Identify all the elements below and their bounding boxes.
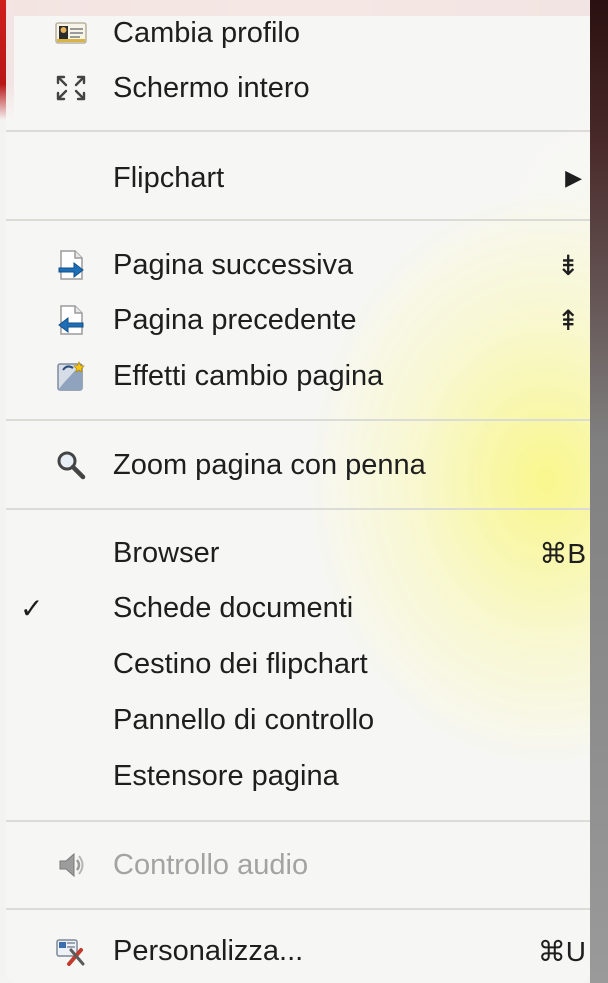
menu-item-pagina-precedente[interactable]: Pagina precedente ⇞	[6, 293, 590, 347]
menu-item-label: Flipchart	[113, 161, 225, 194]
background-right-edge	[590, 0, 608, 983]
menu-separator	[6, 908, 590, 910]
menu-item-flipchart[interactable]: Flipchart ▶	[6, 151, 590, 205]
menu-separator	[6, 419, 590, 421]
browser-shortcut: ⌘B	[539, 537, 586, 569]
customize-icon	[54, 934, 88, 968]
menu-item-cambia-profilo[interactable]: Cambia profilo	[6, 6, 590, 60]
menu-item-effetti-cambio-pagina[interactable]: Effetti cambio pagina	[6, 349, 590, 403]
menu-item-schede-documenti[interactable]: ✓ Schede documenti	[6, 581, 590, 635]
profile-card-icon	[54, 16, 88, 50]
menu-item-controllo-audio: Controllo audio	[6, 838, 590, 892]
magnifier-icon	[54, 448, 88, 482]
fullscreen-icon	[54, 71, 88, 105]
menu-item-label: Pannello di controllo	[113, 703, 375, 736]
menu-item-personalizza[interactable]: Personalizza... ⌘U	[6, 924, 590, 978]
menu-item-zoom-pagina-con-penna[interactable]: Zoom pagina con penna	[6, 438, 590, 492]
menu-item-estensore-pagina[interactable]: Estensore pagina	[6, 749, 590, 803]
previous-page-icon	[54, 303, 88, 337]
page-up-shortcut: ⇞	[556, 304, 580, 336]
menu-item-label: Pagina precedente	[113, 303, 357, 336]
menu-separator	[6, 508, 590, 510]
menu-separator	[6, 130, 590, 132]
menu-item-label: Schede documenti	[113, 591, 354, 624]
page-down-shortcut: ⇟	[556, 249, 580, 281]
checkmark-icon: ✓	[20, 592, 44, 624]
menu-item-schermo-intero[interactable]: Schermo intero	[6, 61, 590, 115]
menu-item-cestino-dei-flipchart[interactable]: Cestino dei flipchart	[6, 637, 590, 691]
menu-item-label: Estensore pagina	[113, 759, 339, 792]
menu-item-label: Pagina successiva	[113, 248, 354, 281]
menu-item-label: Controllo audio	[113, 848, 309, 881]
submenu-arrow-icon: ▶	[565, 165, 582, 190]
menu-item-label: Cambia profilo	[113, 16, 300, 49]
menu-item-label: Cestino dei flipchart	[113, 647, 368, 680]
menu-item-label: Zoom pagina con penna	[113, 448, 426, 481]
menu-item-pagina-successiva[interactable]: Pagina successiva ⇟	[6, 238, 590, 292]
speaker-icon	[54, 848, 88, 882]
menu-item-label: Browser	[113, 536, 220, 569]
context-menu: Cambia profilo Schermo intero Flipchart …	[6, 0, 590, 983]
menu-item-pannello-di-controllo[interactable]: Pannello di controllo	[6, 693, 590, 747]
page-transition-icon	[54, 359, 88, 393]
next-page-icon	[54, 248, 88, 282]
menu-separator	[6, 820, 590, 822]
menu-item-label: Personalizza...	[113, 934, 304, 967]
menu-separator	[6, 219, 590, 221]
customize-shortcut: ⌘U	[537, 935, 586, 967]
menu-item-label: Schermo intero	[113, 71, 310, 104]
menu-item-browser[interactable]: Browser ⌘B	[6, 526, 590, 580]
menu-item-label: Effetti cambio pagina	[113, 359, 384, 392]
